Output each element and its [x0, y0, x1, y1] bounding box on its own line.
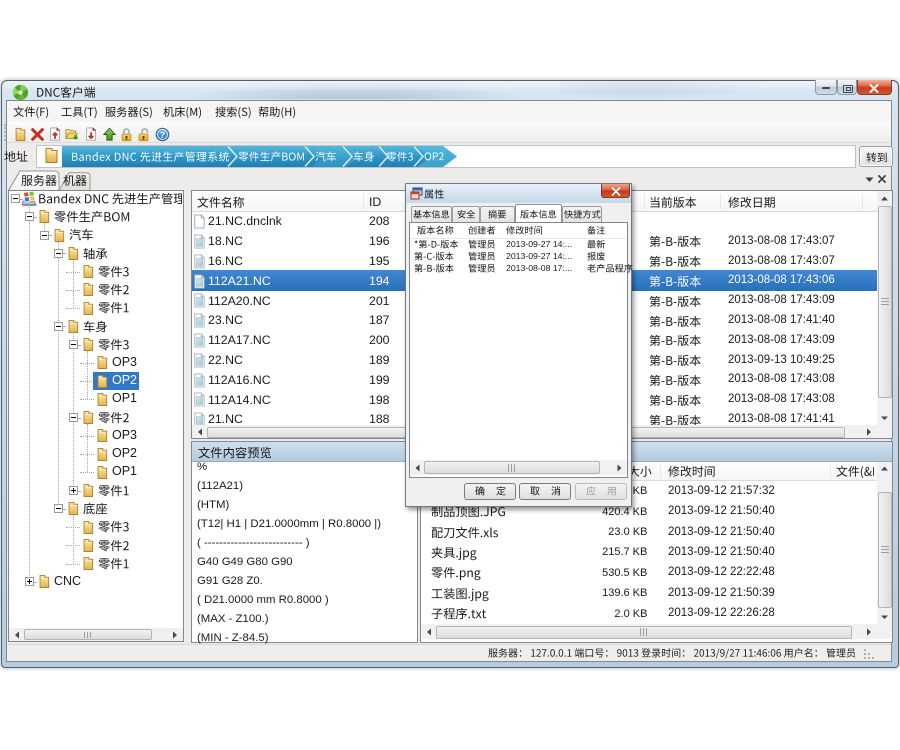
- svg-text:?: ?: [159, 129, 164, 139]
